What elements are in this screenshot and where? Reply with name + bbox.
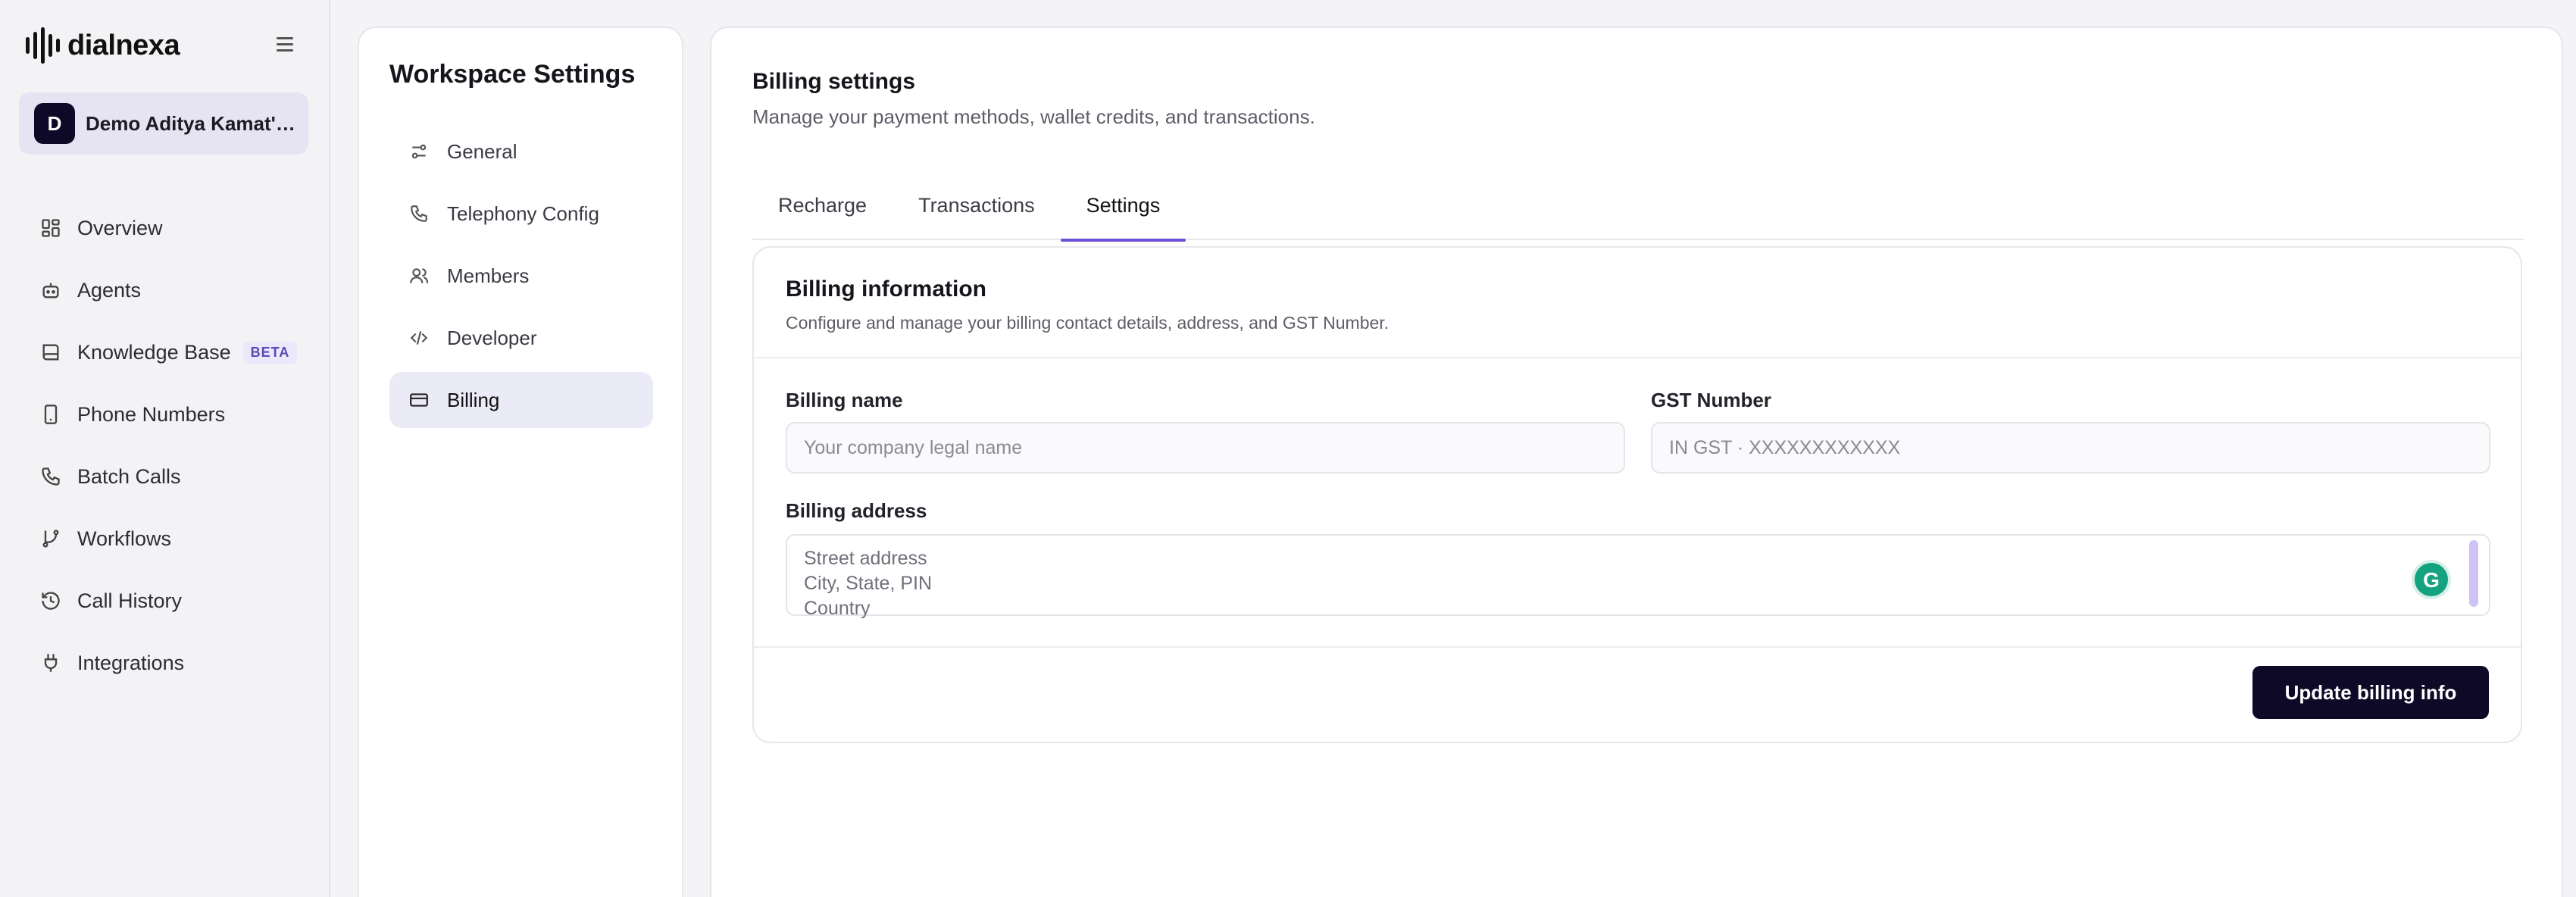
brand-logo[interactable]: dialnexa — [26, 26, 299, 65]
workspace-name: Demo Aditya Kamat's … — [86, 111, 298, 135]
address-placeholder-line: Street address — [804, 548, 927, 569]
tab-transactions[interactable]: Transactions — [893, 170, 1061, 240]
robot-icon — [38, 277, 64, 303]
tab-recharge[interactable]: Recharge — [752, 170, 893, 240]
menu-toggle-icon[interactable] — [271, 33, 299, 61]
settings-nav-label: Telephony Config — [447, 202, 599, 225]
settings-nav-label: Members — [447, 264, 530, 287]
nav-item-phone-numbers[interactable]: Phone Numbers — [38, 383, 311, 445]
beta-badge: BETA — [242, 341, 298, 364]
sidebar: dialnexa D Demo Aditya Kamat's … Overvie… — [0, 0, 330, 897]
logo-mark-icon — [26, 27, 60, 64]
nav-label: Workflows — [77, 527, 172, 550]
billing-settings-panel: Billing settings Manage your payment met… — [710, 27, 2563, 897]
sliders-icon — [408, 140, 430, 163]
gst-number-input[interactable]: IN GST · XXXXXXXXXXXX — [1651, 422, 2490, 474]
settings-nav-label: Billing — [447, 388, 500, 411]
address-placeholder-line: City, State, PIN — [804, 573, 933, 594]
nav-item-call-history[interactable]: Call History — [38, 570, 311, 632]
plug-icon — [38, 650, 64, 676]
git-branch-icon — [38, 526, 64, 552]
settings-nav-label: General — [447, 139, 517, 163]
settings-nav: General Telephony Config Members Develop… — [389, 123, 653, 434]
gst-number-label: GST Number — [1651, 389, 1771, 411]
card-subtitle: Configure and manage your billing contac… — [786, 313, 1390, 333]
settings-nav-telephony[interactable]: Telephony Config — [389, 186, 653, 242]
credit-card-icon — [408, 389, 430, 411]
billing-address-textarea[interactable]: Street address City, State, PIN Country … — [786, 534, 2490, 619]
billing-information-card: Billing information Configure and manage… — [752, 246, 2522, 743]
nav-item-knowledge-base[interactable]: Knowledge Base BETA — [38, 321, 311, 383]
billing-tabs: Recharge Transactions Settings — [752, 170, 2524, 242]
card-footer-divider — [754, 646, 2521, 648]
tab-settings[interactable]: Settings — [1060, 170, 1186, 242]
brand-name: dialnexa — [67, 29, 180, 61]
dashboard-icon — [38, 215, 64, 241]
nav-item-batch-calls[interactable]: Batch Calls — [38, 445, 311, 508]
phone-icon — [408, 202, 430, 225]
nav-label: Phone Numbers — [77, 402, 226, 426]
card-header: Billing information Configure and manage… — [754, 248, 2521, 358]
settings-nav-panel: Workspace Settings General Telephony Con… — [358, 27, 683, 897]
history-icon — [38, 588, 64, 614]
nav-label: Knowledge Base — [77, 340, 231, 364]
address-placeholder-line: Country — [804, 598, 871, 619]
phone-icon — [38, 464, 64, 489]
settings-nav-billing[interactable]: Billing — [389, 372, 653, 428]
phone-device-icon — [38, 402, 64, 427]
workspace-switcher[interactable]: D Demo Aditya Kamat's … — [19, 92, 308, 155]
users-icon — [408, 264, 430, 287]
grammarly-icon[interactable]: G — [2415, 563, 2448, 596]
settings-title: Workspace Settings — [389, 60, 636, 89]
nav-item-workflows[interactable]: Workflows — [38, 508, 311, 570]
settings-nav-developer[interactable]: Developer — [389, 310, 653, 366]
code-icon — [408, 327, 430, 349]
nav-item-agents[interactable]: Agents — [38, 259, 311, 321]
card-title: Billing information — [786, 277, 986, 302]
nav-item-integrations[interactable]: Integrations — [38, 632, 311, 694]
nav-label: Call History — [77, 589, 183, 612]
page-title: Billing settings — [752, 69, 916, 94]
workspace-avatar: D — [34, 103, 75, 144]
nav-label: Integrations — [77, 651, 185, 674]
settings-nav-general[interactable]: General — [389, 123, 653, 180]
billing-name-input[interactable]: Your company legal name — [786, 422, 1625, 474]
billing-name-label: Billing name — [786, 389, 903, 411]
nav-label: Agents — [77, 278, 142, 302]
textarea-scrollbar[interactable] — [2469, 540, 2478, 607]
settings-nav-label: Developer — [447, 326, 537, 349]
book-icon — [38, 339, 64, 365]
billing-address-label: Billing address — [786, 499, 927, 522]
nav-label: Overview — [77, 216, 163, 239]
nav-item-overview[interactable]: Overview — [38, 197, 311, 259]
settings-nav-members[interactable]: Members — [389, 248, 653, 304]
update-billing-button[interactable]: Update billing info — [2252, 666, 2489, 719]
main-nav: Overview Agents Knowledge Base BETA Phon… — [38, 197, 311, 694]
page-subtitle: Manage your payment methods, wallet cred… — [752, 105, 1315, 128]
nav-label: Batch Calls — [77, 464, 181, 488]
